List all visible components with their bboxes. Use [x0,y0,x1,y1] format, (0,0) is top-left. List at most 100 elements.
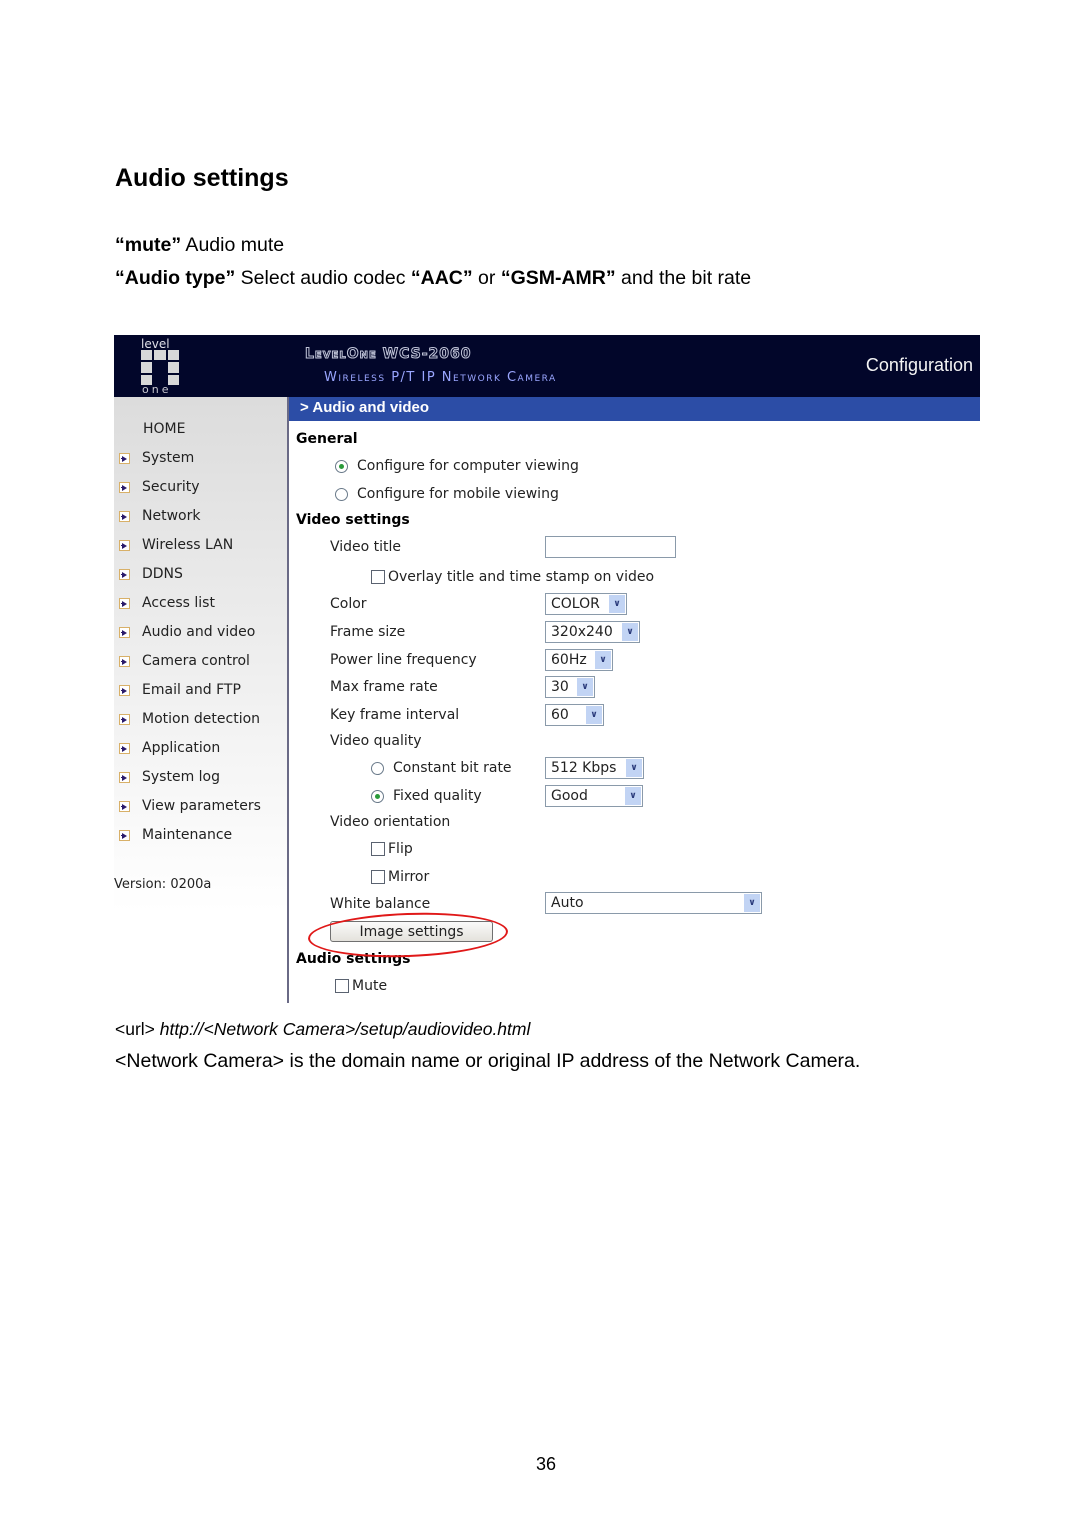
radio-label: Fixed quality [393,788,482,804]
sidebar-item-label: Network [142,508,201,524]
sidebar-item-view-parameters[interactable]: View parameters [114,795,287,817]
arrow-icon [119,539,130,551]
fixed-quality-select[interactable]: Good ∨ [545,785,643,807]
mute-term: “mute” [115,234,182,256]
radio-selected-icon[interactable] [335,459,348,473]
arrow-icon [119,684,130,696]
sidebar-item-label: Application [142,740,221,756]
chevron-down-icon[interactable]: ∨ [586,706,602,724]
arrow-icon [119,771,130,783]
bit-rate-select[interactable]: 512 Kbps ∨ [545,757,644,779]
chevron-down-icon[interactable]: ∨ [595,651,611,669]
sidebar-item-motion-detection[interactable]: Motion detection [114,708,287,730]
frame-size-select[interactable]: 320x240 ∨ [545,621,640,643]
sidebar-item-label: DDNS [142,566,183,582]
sidebar-item-maintenance[interactable]: Maintenance [114,824,287,846]
radio-selected-icon[interactable] [371,789,384,803]
sidebar-item-network[interactable]: Network [114,505,287,527]
mute-checkbox-row[interactable]: Mute [335,978,387,994]
radio-fixed-quality[interactable]: Fixed quality [371,788,482,804]
radio-constant-bit-rate[interactable]: Constant bit rate [371,760,512,776]
mirror-checkbox-row[interactable]: Mirror [371,869,429,885]
white-balance-label: White balance [330,896,431,912]
sidebar-item-wireless-lan[interactable]: Wireless LAN [114,534,287,556]
settings-content: General Configure for computer viewing C… [289,421,980,1003]
sidebar-item-system[interactable]: System [114,447,287,469]
brand-subtitle: Wireless P/T IP Network Camera [324,370,557,385]
audio-type-text: or [472,267,501,289]
sidebar-item-label: System [142,450,195,466]
mute-desc: Audio mute [181,234,285,256]
url-prefix: <url> [115,1019,160,1039]
chevron-down-icon[interactable]: ∨ [609,595,625,613]
overlay-checkbox-row[interactable]: Overlay title and time stamp on video [371,569,654,585]
sidebar-item-audio-and-video[interactable]: Audio and video [114,621,287,643]
sidebar-item-camera-control[interactable]: Camera control [114,650,287,672]
sidebar-item-label: Wireless LAN [142,537,234,553]
flip-checkbox-row[interactable]: Flip [371,841,413,857]
video-title-input[interactable] [545,536,676,558]
white-balance-select[interactable]: Auto ∨ [545,892,762,914]
audio-type-term: “Audio type” [115,267,236,289]
arrow-icon [119,829,130,841]
arrow-icon [119,742,130,754]
radio-unselected-icon[interactable] [371,761,384,775]
sidebar-item-system-log[interactable]: System log [114,766,287,788]
arrow-icon [119,655,130,667]
color-select[interactable]: COLOR ∨ [545,593,627,615]
arrow-icon [119,713,130,725]
video-quality-label: Video quality [330,733,422,749]
power-line-frequency-select[interactable]: 60Hz ∨ [545,649,613,671]
url-line: <url> http://<Network Camera>/setup/audi… [115,1019,530,1040]
sidebar-item-home[interactable]: HOME [143,421,185,437]
mute-checkbox[interactable] [335,979,349,993]
camera-header: level one LevelOne WCS-2060 Wireless P/T… [114,335,980,397]
select-value: 60 [551,707,569,723]
codec-aac: “AAC” [410,267,473,289]
overlay-checkbox[interactable] [371,570,385,584]
chevron-down-icon[interactable]: ∨ [625,787,641,805]
max-frame-rate-select[interactable]: 30 ∨ [545,676,595,698]
select-value: 60Hz [551,652,587,668]
logo-bottom-text: one [142,383,172,396]
sidebar-item-label: Access list [142,595,215,611]
chevron-down-icon[interactable]: ∨ [626,759,642,777]
radio-unselected-icon[interactable] [335,487,348,501]
select-value: Good [551,788,588,804]
chevron-down-icon[interactable]: ∨ [744,894,760,912]
section-heading: Audio settings [115,164,289,192]
arrow-icon [119,626,130,638]
audio-settings-section-title: Audio settings [296,951,411,967]
max-frame-rate-label: Max frame rate [330,679,438,695]
page-title-bar: > Audio and video [289,397,980,421]
chevron-down-icon[interactable]: ∨ [577,678,593,696]
sidebar-item-email-and-ftp[interactable]: Email and FTP [114,679,287,701]
arrow-icon [119,800,130,812]
arrow-icon [119,481,130,493]
codec-gsm-amr: “GSM-AMR” [500,267,616,289]
sidebar-item-security[interactable]: Security [114,476,287,498]
image-settings-button[interactable]: Image settings [330,921,493,942]
logo-grid-icon [141,350,179,385]
radio-computer-viewing[interactable]: Configure for computer viewing [335,458,579,474]
chevron-down-icon[interactable]: ∨ [622,623,638,641]
key-frame-interval-label: Key frame interval [330,707,460,723]
sidebar-item-access-list[interactable]: Access list [114,592,287,614]
checkbox-label: Overlay title and time stamp on video [388,569,655,585]
flip-checkbox[interactable] [371,842,385,856]
select-value: 30 [551,679,569,695]
radio-mobile-viewing[interactable]: Configure for mobile viewing [335,486,559,502]
video-settings-section-title: Video settings [296,512,410,528]
arrow-icon [119,597,130,609]
mirror-checkbox[interactable] [371,870,385,884]
radio-label: Configure for mobile viewing [357,486,559,502]
sidebar-item-label: Motion detection [142,711,261,727]
video-title-label: Video title [330,539,402,555]
key-frame-interval-select[interactable]: 60 ∨ [545,704,604,726]
sidebar-item-ddns[interactable]: DDNS [114,563,287,585]
sidebar: HOME System Security Network Wireless LA… [114,397,287,1003]
mute-description: “mute” Audio mute [115,234,284,257]
camera-config-screenshot: level one LevelOne WCS-2060 Wireless P/T… [114,335,980,1003]
sidebar-item-application[interactable]: Application [114,737,287,759]
video-orientation-label: Video orientation [330,814,451,830]
